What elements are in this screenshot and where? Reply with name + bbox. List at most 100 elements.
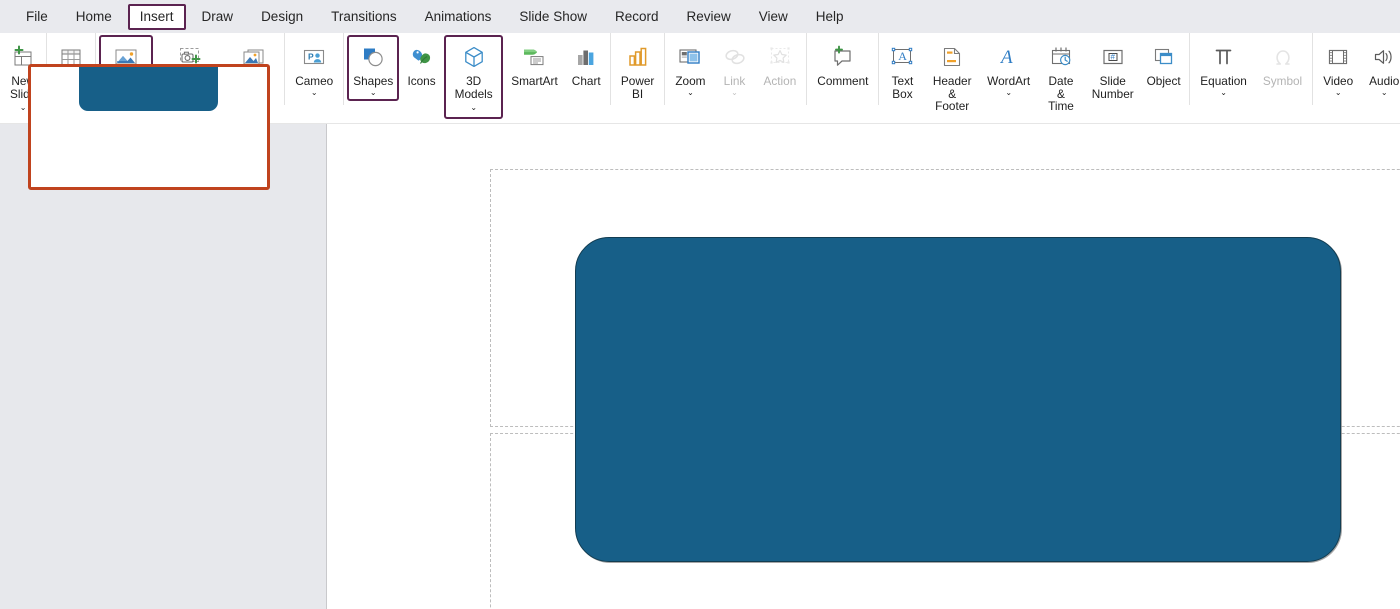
icons-icon [409, 42, 435, 72]
menu-tab-slide-show[interactable]: Slide Show [507, 4, 599, 30]
chevron-down-icon[interactable]: ⌄ [20, 103, 27, 112]
rounded-rectangle-shape[interactable] [575, 237, 1341, 562]
menu-bar: File Home Insert Draw Design Transitions Anima… [0, 0, 1400, 33]
slide-thumbnail-pane[interactable] [0, 64, 326, 609]
menu-tab-review[interactable]: Review [675, 4, 743, 30]
3d-models-icon [461, 42, 487, 72]
chevron-down-icon[interactable]: ⌄ [470, 103, 477, 112]
slide-number-button[interactable]: # Slide Number [1087, 35, 1139, 104]
svg-text:A: A [899, 49, 908, 63]
wordart-icon: A [996, 42, 1022, 72]
chevron-down-icon[interactable]: ⌄ [1005, 88, 1012, 97]
ribbon-button-label: Shapes [353, 74, 394, 88]
ribbon-button-label: Link [723, 74, 746, 88]
zoom-button[interactable]: Zoom ⌄ [668, 35, 712, 101]
svg-text:A: A [999, 47, 1013, 68]
equation-button[interactable]: Equation ⌄ [1193, 35, 1254, 101]
menu-tab-home[interactable]: Home [64, 4, 124, 30]
audio-button[interactable]: Audio ⌄ [1362, 35, 1400, 101]
thumbnail-rounded-rectangle-shape [79, 67, 218, 111]
symbol-button: Symbol [1256, 35, 1309, 92]
ribbon-button-label: Header & Footer [932, 74, 972, 114]
zoom-icon [677, 42, 703, 72]
equation-icon [1211, 42, 1237, 72]
ribbon-group-text: A Text Box Header & Footer A WordArt ⌄ Date & … [878, 33, 1189, 112]
ribbon-button-label: Zoom [675, 74, 706, 88]
chevron-down-icon[interactable]: ⌄ [1220, 88, 1227, 97]
action-button: Action [757, 35, 804, 92]
link-button: Link ⌄ [715, 35, 755, 101]
smartart-button[interactable]: SmartArt [505, 35, 563, 92]
audio-icon [1371, 42, 1397, 72]
ribbon-button-label: Chart [571, 74, 601, 88]
chart-button[interactable]: Chart [566, 35, 607, 92]
ribbon-group-media: Video⌄Audio⌄Screen Recording [1312, 33, 1400, 105]
action-icon [767, 42, 793, 72]
smartart-icon [521, 42, 547, 72]
comment-icon [830, 42, 856, 72]
icons-button[interactable]: Icons [401, 35, 442, 92]
ribbon-button-label: Equation [1200, 74, 1247, 88]
chart-icon [573, 42, 599, 72]
slide-thumbnail-1[interactable] [28, 64, 270, 190]
menu-tab-animations[interactable]: Animations [413, 4, 504, 30]
ribbon-group-symbols: Equation ⌄ Symbol [1189, 33, 1312, 105]
slide-canvas[interactable] [327, 124, 1400, 609]
comment-button[interactable]: Comment [810, 35, 875, 92]
date-time-icon [1048, 42, 1074, 72]
chevron-down-icon: ⌄ [731, 87, 738, 97]
text-box-button[interactable]: A Text Box [882, 35, 922, 104]
menu-tab-draw[interactable]: Draw [190, 4, 246, 30]
header-footer-icon [939, 42, 965, 72]
video-button[interactable]: Video ⌄ [1316, 35, 1360, 101]
ribbon-group-illustrations: Shapes ⌄ Icons 3D Models ⌄ SmartArt Chart [343, 33, 610, 119]
menu-tab-insert[interactable]: Insert [127, 3, 186, 30]
ribbon-button-label: 3D Models ⌄ [454, 74, 493, 113]
shapes-button[interactable]: Shapes ⌄ [347, 35, 400, 101]
slide-number-icon: # [1100, 42, 1126, 72]
ribbon-button-label: Video [1323, 74, 1354, 88]
ribbon-group-power-bi: Power BI [609, 33, 664, 105]
powerpoint-window: File Home Insert Draw Design Transitions Anima… [0, 0, 1400, 609]
chevron-down-icon[interactable]: ⌄ [1381, 88, 1388, 97]
ribbon-button-label: Audio [1369, 74, 1400, 88]
ribbon-group-comments: Comment [806, 33, 878, 105]
slide-surface[interactable] [327, 124, 1400, 609]
menu-tab-help[interactable]: Help [804, 4, 856, 30]
3d-models-button[interactable]: 3D Models ⌄ [443, 35, 504, 119]
chevron-down-icon[interactable]: ⌄ [1335, 88, 1342, 97]
header-footer-button[interactable]: Header & Footer [924, 35, 980, 117]
menu-tab-design[interactable]: Design [249, 4, 315, 30]
ribbon-button-label: Slide Number [1091, 74, 1134, 101]
power-bi-icon [625, 42, 651, 72]
svg-text:#: # [1110, 52, 1115, 61]
power-bi-button[interactable]: Power BI [614, 35, 661, 104]
wordart-button[interactable]: A WordArt ⌄ [982, 35, 1035, 101]
ribbon-group-camera: P Cameo ⌄ [284, 33, 343, 105]
ribbon-button-label: Comment [817, 74, 869, 88]
shapes-icon [360, 42, 386, 72]
ribbon-button-label: SmartArt [511, 74, 558, 88]
link-icon [722, 42, 748, 72]
ribbon-button-label: Object [1146, 74, 1181, 88]
ribbon-button-label: Text Box [891, 74, 914, 101]
ribbon-group-links: Zoom ⌄ Link ⌄ Action [664, 33, 806, 105]
ribbon-button-label: Icons [407, 74, 436, 88]
chevron-down-icon[interactable]: ⌄ [687, 88, 694, 97]
menu-tab-view[interactable]: View [747, 4, 800, 30]
menu-tab-transitions[interactable]: Transitions [319, 4, 409, 30]
ribbon-button-label: Symbol [1262, 74, 1303, 88]
cameo-button[interactable]: P Cameo ⌄ [288, 35, 340, 101]
ribbon-button-label: Action [763, 74, 797, 88]
date-time-button[interactable]: Date & Time [1037, 35, 1084, 117]
svg-text:P: P [308, 52, 314, 62]
menu-tab-record[interactable]: Record [603, 4, 671, 30]
menu-tab-file[interactable]: File [14, 4, 60, 30]
video-icon [1325, 42, 1351, 72]
ribbon-button-label: Power BI [620, 74, 655, 101]
ribbon-button-label: WordArt [987, 74, 1031, 88]
chevron-down-icon[interactable]: ⌄ [370, 88, 377, 97]
object-button[interactable]: Object [1141, 35, 1186, 92]
chevron-down-icon[interactable]: ⌄ [311, 88, 318, 97]
ribbon-button-label: Date & Time [1048, 74, 1074, 114]
